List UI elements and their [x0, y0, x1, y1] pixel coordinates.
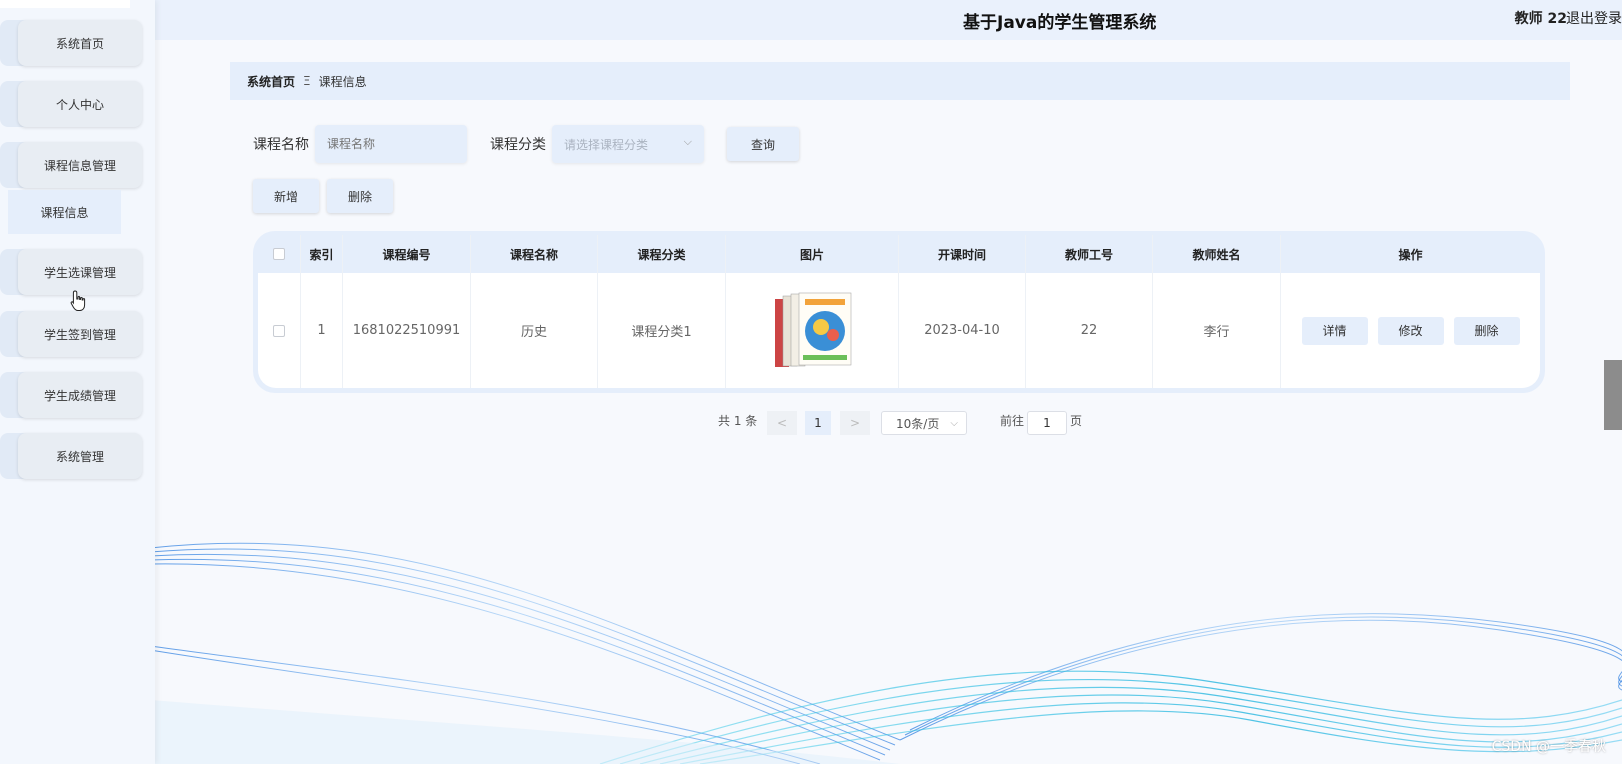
page-size-select[interactable]: 10条/页 ⌵	[881, 411, 967, 435]
chevron-down-icon: ⌵	[950, 417, 958, 429]
scrollbar-thumb[interactable]	[1604, 360, 1622, 430]
page-number-current[interactable]: 1	[805, 411, 831, 435]
detail-button[interactable]: 详情	[1301, 316, 1368, 345]
goto-suffix: 页	[1070, 414, 1083, 428]
goto-page-input[interactable]: 1	[1027, 411, 1067, 435]
column-header: 索引	[301, 235, 343, 273]
logout-link[interactable]: 退出登录	[1566, 8, 1622, 28]
table-row: 1 1681022510991 历史 课程分类1 2023-04-10 22 李…	[258, 273, 1540, 388]
sidebar-top-bar	[0, 0, 130, 8]
column-header: 课程分类	[598, 235, 726, 273]
page-size-value: 10条/页	[896, 416, 940, 431]
sidebar-item-label[interactable]: 学生签到管理	[18, 311, 142, 357]
sidebar-subitem-course-info[interactable]: 课程信息	[8, 190, 121, 234]
course-table: 索引 课程编号 课程名称 课程分类 图片 开课时间 教师工号 教师姓名 操作 1…	[253, 231, 1545, 393]
course-name-label: 课程名称	[253, 137, 309, 153]
cell-start-date: 2023-04-10	[899, 273, 1026, 388]
breadcrumb-separator: Ξ	[303, 74, 311, 88]
sidebar: 系统首页 个人中心 课程信息管理 课程信息 学生选课管理 学生签到管理 学生成绩…	[0, 0, 155, 764]
sidebar-item-label[interactable]: 课程信息管理	[18, 142, 142, 188]
column-header: 开课时间	[899, 235, 1026, 273]
column-header: 图片	[726, 235, 899, 273]
checkbox-select-all[interactable]	[273, 248, 285, 260]
cell-index: 1	[301, 273, 343, 388]
pagination-total: 共 1 条	[718, 414, 758, 428]
sidebar-item-label[interactable]: 系统管理	[18, 433, 142, 479]
cell-category: 课程分类1	[598, 273, 726, 388]
next-page-button[interactable]: >	[840, 411, 870, 435]
sidebar-item-label[interactable]: 个人中心	[18, 81, 142, 127]
sidebar-item-label[interactable]: 系统首页	[18, 20, 142, 66]
watermark: CSDN @一季春秋	[1491, 739, 1606, 755]
breadcrumb-current: 课程信息	[318, 74, 367, 89]
delete-button[interactable]: 删除	[327, 179, 393, 213]
page-title: 基于Java的学生管理系统	[963, 13, 1157, 33]
current-user: 教师 22	[1514, 11, 1567, 27]
chevron-down-icon: ⌵	[683, 135, 692, 148]
course-category-label: 课程分类	[490, 137, 546, 153]
cell-teacher-no: 22	[1026, 273, 1153, 388]
breadcrumb: 系统首页 Ξ 课程信息	[230, 62, 1570, 100]
hand-cursor-icon	[70, 290, 86, 311]
cell-operations: 详情 修改 删除	[1281, 273, 1540, 388]
column-header: 课程编号	[343, 235, 471, 273]
sidebar-item-label[interactable]: 学生选课管理	[18, 249, 142, 295]
header-select-all[interactable]	[258, 235, 301, 273]
query-button[interactable]: 查询	[727, 127, 799, 161]
sidebar-item-label[interactable]: 学生成绩管理	[18, 372, 142, 418]
row-checkbox[interactable]	[273, 324, 285, 337]
row-delete-button[interactable]: 删除	[1453, 316, 1520, 345]
add-button[interactable]: 新增	[253, 179, 319, 213]
edit-button[interactable]: 修改	[1377, 316, 1444, 345]
course-name-input[interactable]	[315, 125, 467, 163]
cell-course-no: 1681022510991	[343, 273, 471, 388]
column-header: 操作	[1398, 247, 1423, 262]
cell-teacher-name: 李行	[1153, 273, 1281, 388]
course-category-select[interactable]: 请选择课程分类 ⌵	[552, 125, 704, 163]
course-thumbnail-image	[775, 292, 852, 367]
breadcrumb-home[interactable]: 系统首页	[247, 73, 295, 90]
prev-page-button[interactable]: <	[767, 411, 797, 435]
row-select-cell[interactable]	[258, 273, 301, 388]
goto-prefix: 前往	[1000, 414, 1025, 428]
cell-image	[726, 273, 899, 388]
column-header: 教师工号	[1026, 235, 1153, 273]
column-header: 课程名称	[471, 235, 598, 273]
table-header: 索引 课程编号 课程名称 课程分类 图片 开课时间 教师工号 教师姓名 操作	[258, 235, 1540, 273]
top-header: 基于Java的学生管理系统 教师 22 退出登录	[155, 0, 1622, 40]
column-header: 教师姓名	[1153, 235, 1281, 273]
category-placeholder: 请选择课程分类	[564, 137, 649, 152]
cell-course-name: 历史	[471, 273, 598, 388]
